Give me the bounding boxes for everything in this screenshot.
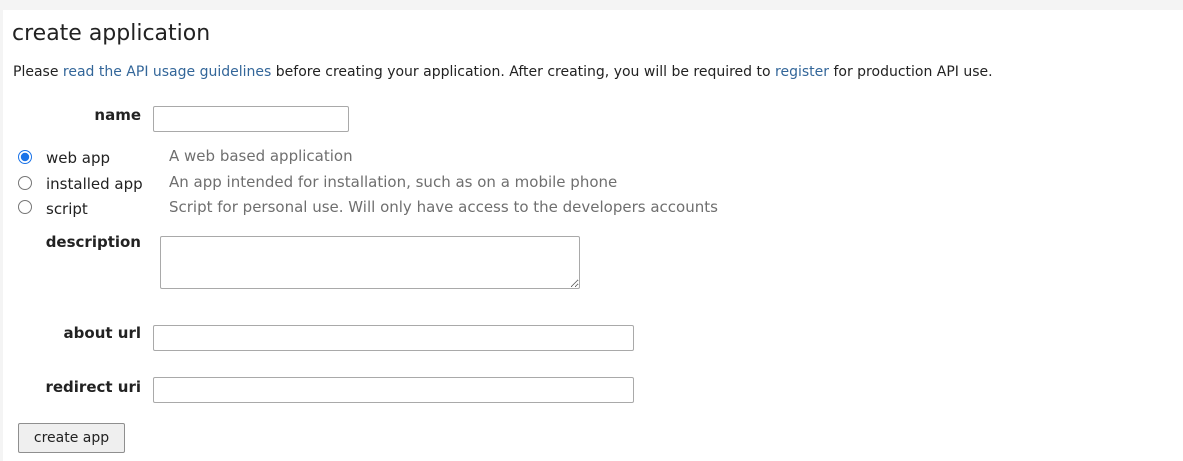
intro-prefix: Please <box>13 64 63 80</box>
description-textarea[interactable] <box>160 236 580 289</box>
api-guidelines-link[interactable]: read the API usage guidelines <box>63 64 271 80</box>
page-title: create application <box>12 21 211 46</box>
installed-app-description: An app intended for installation, such a… <box>169 173 618 191</box>
create-application-panel: create application Please read the API u… <box>3 10 1183 461</box>
register-link[interactable]: register <box>775 64 829 80</box>
script-radio[interactable] <box>18 200 32 214</box>
web-app-description: A web based application <box>169 147 353 165</box>
installed-app-label[interactable]: installed app <box>46 175 143 193</box>
name-label: name <box>94 106 141 124</box>
name-input[interactable] <box>153 106 349 132</box>
create-app-button[interactable]: create app <box>18 423 125 453</box>
intro-middle: before creating your application. After … <box>271 64 776 80</box>
web-app-radio[interactable] <box>18 150 32 164</box>
installed-app-radio[interactable] <box>18 176 32 190</box>
redirect-uri-label: redirect uri <box>45 378 141 396</box>
redirect-uri-input[interactable] <box>153 377 634 403</box>
description-label: description <box>45 233 141 251</box>
intro-suffix: for production API use. <box>829 64 993 80</box>
about-url-input[interactable] <box>153 325 634 351</box>
about-url-label: about url <box>63 324 141 342</box>
intro-text: Please read the API usage guidelines bef… <box>13 64 993 80</box>
script-label[interactable]: script <box>46 200 88 218</box>
web-app-label[interactable]: web app <box>46 149 110 167</box>
script-description: Script for personal use. Will only have … <box>169 198 718 216</box>
